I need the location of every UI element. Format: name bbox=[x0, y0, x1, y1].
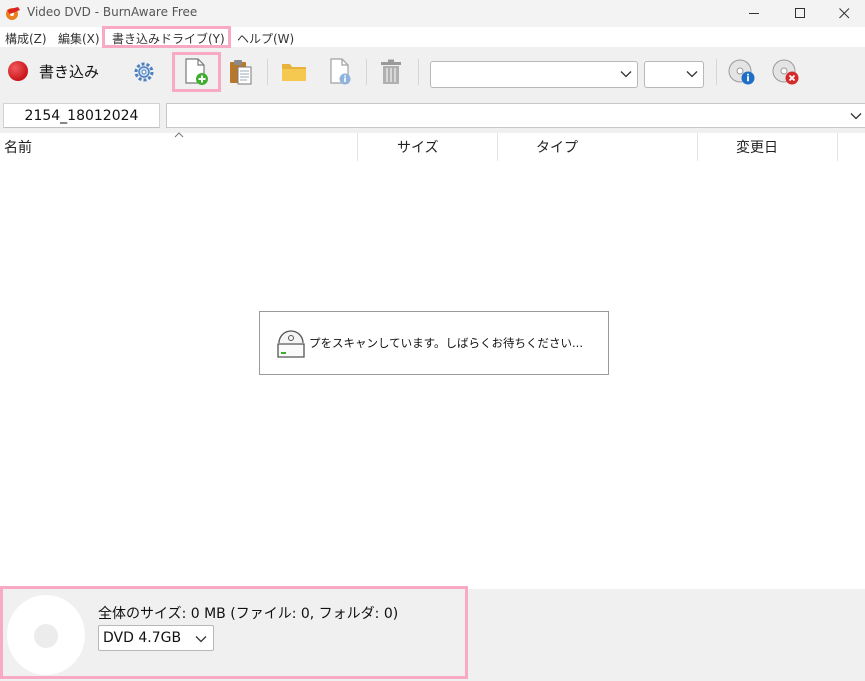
chevron-down-icon bbox=[620, 71, 632, 78]
menu-help[interactable]: ヘルプ(W) bbox=[237, 30, 294, 47]
scanning-message: プをスキャンしています。しばらくお待ちください... bbox=[309, 336, 583, 350]
burn-button-label: 書き込み bbox=[39, 62, 100, 81]
close-button[interactable] bbox=[821, 0, 865, 27]
burn-button[interactable]: 書き込み bbox=[8, 59, 99, 83]
minimize-button[interactable] bbox=[731, 0, 777, 27]
delete-button[interactable] bbox=[377, 57, 405, 87]
sort-ascending-icon bbox=[174, 132, 184, 138]
column-divider[interactable] bbox=[357, 133, 358, 161]
scanning-dialog: プをスキャンしています。しばらくお待ちください... bbox=[259, 311, 609, 375]
chevron-down-icon bbox=[686, 71, 698, 78]
clipboard-icon bbox=[230, 60, 252, 85]
menu-bar: 構成(Z) 編集(X) 書き込みドライブ(Y) ヘルプ(W) bbox=[0, 27, 865, 47]
menu-configure[interactable]: 構成(Z) bbox=[5, 30, 47, 47]
toolbar: 書き込み bbox=[0, 47, 865, 96]
add-file-icon bbox=[185, 58, 208, 85]
disc-size-select[interactable]: DVD 4.7GB bbox=[98, 625, 214, 651]
menu-edit[interactable]: 編集(X) bbox=[58, 30, 100, 47]
toolbar-separator bbox=[418, 59, 419, 85]
maximize-icon bbox=[794, 8, 805, 18]
disc-size-value: DVD 4.7GB bbox=[103, 630, 182, 646]
paste-button[interactable] bbox=[226, 57, 256, 87]
maximize-button[interactable] bbox=[777, 0, 823, 27]
column-divider[interactable] bbox=[697, 133, 698, 161]
toolbar-separator bbox=[716, 59, 717, 85]
burnaware-window: Video DVD - BurnAware Free 構成(Z) 編集(X) 書… bbox=[0, 0, 865, 681]
new-folder-button[interactable] bbox=[279, 58, 309, 86]
column-header-modified[interactable]: 変更日 bbox=[736, 133, 836, 161]
menu-recorder[interactable]: 書き込みドライブ(Y) bbox=[112, 30, 225, 47]
column-header-type[interactable]: タイプ bbox=[536, 133, 696, 161]
minimize-icon bbox=[748, 13, 759, 14]
write-speed-select[interactable] bbox=[644, 61, 704, 88]
root-folder-tab[interactable]: 2154_18012024 bbox=[3, 103, 160, 128]
column-header-size[interactable]: サイズ bbox=[397, 133, 497, 161]
column-divider[interactable] bbox=[837, 133, 838, 161]
path-bar: 2154_18012024 bbox=[0, 96, 865, 133]
record-icon bbox=[8, 61, 28, 81]
folder-icon bbox=[282, 64, 306, 81]
chevron-down-icon bbox=[850, 113, 862, 120]
path-select[interactable] bbox=[166, 103, 865, 128]
disc-info-button[interactable] bbox=[727, 57, 757, 87]
erase-disc-button[interactable] bbox=[771, 57, 801, 87]
chevron-down-icon bbox=[195, 636, 207, 643]
trash-icon bbox=[381, 59, 401, 84]
disc-hole bbox=[34, 624, 58, 648]
drive-scan-icon bbox=[277, 330, 305, 358]
total-size-label: 全体のサイズ: 0 MB (ファイル: 0, フォルダ: 0) bbox=[98, 606, 399, 622]
window-title: Video DVD - BurnAware Free bbox=[27, 5, 198, 19]
properties-button[interactable] bbox=[325, 57, 355, 87]
close-icon bbox=[838, 8, 849, 19]
disc-erase-icon bbox=[772, 59, 799, 85]
disc-info-icon bbox=[728, 59, 755, 85]
burnaware-logo-icon bbox=[6, 7, 20, 20]
toolbar-separator bbox=[366, 59, 367, 85]
gear-icon bbox=[134, 62, 154, 82]
file-info-icon bbox=[330, 58, 351, 85]
add-files-button[interactable] bbox=[180, 56, 212, 88]
column-divider[interactable] bbox=[497, 133, 498, 161]
file-list-header: 名前 サイズ タイプ 変更日 bbox=[0, 133, 865, 161]
title-bar: Video DVD - BurnAware Free bbox=[0, 0, 865, 27]
settings-button[interactable] bbox=[129, 57, 159, 87]
toolbar-separator bbox=[267, 59, 268, 85]
recorder-select[interactable] bbox=[430, 61, 638, 88]
